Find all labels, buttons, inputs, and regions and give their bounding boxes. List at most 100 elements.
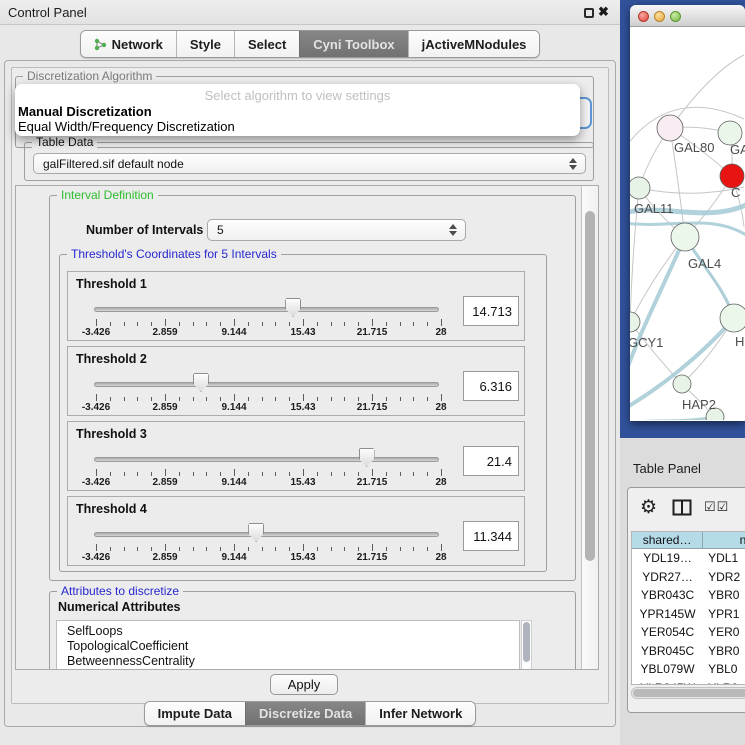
tick-mark xyxy=(344,472,345,476)
tick-mark xyxy=(151,322,152,326)
slider-track[interactable] xyxy=(94,457,439,462)
tick-mark xyxy=(372,544,373,551)
table-data-combobox[interactable]: galFiltered.sif default node xyxy=(33,153,586,174)
tick-label: 9.144 xyxy=(221,327,246,338)
network-edge[interactable] xyxy=(630,318,734,409)
network-canvas[interactable]: GAL80GACGAL11GAL4GCY1HHAP2 xyxy=(630,27,745,420)
tick-mark xyxy=(441,319,442,326)
attribute-list-item[interactable]: BetweennessCentrality xyxy=(57,654,519,669)
name-cell[interactable]: YBR0 xyxy=(703,586,745,605)
shared-name-cell[interactable]: YDR27… xyxy=(632,568,703,587)
checkbox-icons[interactable]: ☑☑ xyxy=(704,499,729,515)
attribute-list-item[interactable]: SelfLoops xyxy=(57,621,519,639)
table-row[interactable]: YDL19…YDL1 xyxy=(632,549,745,568)
threshold-value-field[interactable]: 21.4 xyxy=(463,446,519,476)
threshold-value-field[interactable]: 14.713 xyxy=(463,296,519,326)
network-node[interactable] xyxy=(657,115,683,141)
table-horizontal-scrollbar[interactable] xyxy=(631,687,745,699)
numerical-attributes-list[interactable]: SelfLoopsTopologicalCoefficientBetweenne… xyxy=(56,620,520,670)
algorithm-option-manual[interactable]: Manual Discretization xyxy=(18,104,152,119)
name-cell[interactable]: YDL1 xyxy=(703,549,745,568)
slider-handle[interactable] xyxy=(285,298,301,317)
tab-infer-network[interactable]: Infer Network xyxy=(365,702,475,725)
column-header-shared-name[interactable]: shared… xyxy=(632,532,703,549)
shared-name-cell[interactable]: YPR145W xyxy=(632,605,703,624)
tab-network[interactable]: Network xyxy=(81,31,176,57)
name-cell[interactable]: YBL0 xyxy=(703,660,745,679)
node-table[interactable]: shared… na YDL19…YDL1YDR27…YDR2YBR043CYB… xyxy=(631,531,745,685)
scrollbar-thumb[interactable] xyxy=(523,622,530,662)
network-edge[interactable] xyxy=(630,237,685,372)
split-view-icon[interactable] xyxy=(672,499,692,516)
tab-jactivemnodules[interactable]: jActiveMNodules xyxy=(408,31,540,57)
shared-name-cell[interactable]: YBL079W xyxy=(632,660,703,679)
name-cell[interactable]: YDR2 xyxy=(703,568,745,587)
table-row[interactable]: YDR27…YDR2 xyxy=(632,568,745,587)
tick-mark xyxy=(248,472,249,476)
scrollbar-thumb[interactable] xyxy=(633,689,745,697)
tick-mark xyxy=(372,394,373,401)
scrollbar-thumb[interactable] xyxy=(585,211,595,561)
tab-impute-data[interactable]: Impute Data xyxy=(145,702,245,725)
attribute-list-item[interactable]: TopologicalCoefficient xyxy=(57,639,519,654)
network-node[interactable] xyxy=(720,304,745,332)
tick-mark xyxy=(344,547,345,551)
shared-name-cell[interactable]: YLR345W xyxy=(632,679,703,686)
name-cell[interactable]: YLR3 xyxy=(703,679,745,686)
slider-handle[interactable] xyxy=(248,523,264,542)
name-cell[interactable]: YBR0 xyxy=(703,642,745,661)
network-edge[interactable] xyxy=(670,55,744,128)
close-icon[interactable]: ✖ xyxy=(598,4,609,20)
tick-label: 21.715 xyxy=(357,327,388,338)
shared-name-cell[interactable]: YBR045C xyxy=(632,642,703,661)
shared-name-cell[interactable]: YBR043C xyxy=(632,586,703,605)
network-node[interactable] xyxy=(671,223,699,251)
table-row[interactable]: YPR145WYPR1 xyxy=(632,605,745,624)
table-row[interactable]: YBR043CYBR0 xyxy=(632,586,745,605)
tick-label: 9.144 xyxy=(221,477,246,488)
tab-select[interactable]: Select xyxy=(234,31,299,57)
tick-mark xyxy=(358,322,359,326)
network-node[interactable] xyxy=(630,177,650,199)
slider-handle[interactable] xyxy=(359,448,375,467)
name-cell[interactable]: YPR1 xyxy=(703,605,745,624)
float-icon[interactable] xyxy=(584,8,594,18)
attributes-scrollbar[interactable] xyxy=(521,620,532,670)
network-edge[interactable] xyxy=(630,237,685,322)
name-cell[interactable]: YER0 xyxy=(703,623,745,642)
threshold-value-field[interactable]: 6.316 xyxy=(463,371,519,401)
shared-name-cell[interactable]: YER054C xyxy=(632,623,703,642)
tab-discretize-data[interactable]: Discretize Data xyxy=(245,702,365,725)
slider-handle[interactable] xyxy=(193,373,209,392)
network-node-label: GAL80 xyxy=(674,140,714,155)
threshold-value-field[interactable]: 11.344 xyxy=(463,521,519,551)
slider-track[interactable] xyxy=(94,307,439,312)
tab-style[interactable]: Style xyxy=(176,31,234,57)
zoom-traffic-light-icon[interactable] xyxy=(670,11,681,22)
network-edge[interactable] xyxy=(639,187,744,193)
network-node[interactable] xyxy=(673,375,691,393)
table-row[interactable]: YER054CYER0 xyxy=(632,623,745,642)
column-header-name[interactable]: na xyxy=(703,532,745,549)
algorithm-option-equal-width[interactable]: Equal Width/Frequency Discretization xyxy=(18,119,235,134)
table-row[interactable]: YLR345WYLR3 xyxy=(632,679,745,686)
table-row[interactable]: YBL079WYBL0 xyxy=(632,660,745,679)
gear-icon[interactable]: ⚙ xyxy=(640,496,657,519)
minimize-traffic-light-icon[interactable] xyxy=(654,11,665,22)
shared-name-cell[interactable]: YDL19… xyxy=(632,549,703,568)
settings-vertical-scrollbar[interactable] xyxy=(581,186,598,670)
slider-track[interactable] xyxy=(94,532,439,537)
tick-mark xyxy=(441,394,442,401)
slider-track[interactable] xyxy=(94,382,439,387)
number-of-intervals-combobox[interactable]: 5 xyxy=(207,219,466,241)
close-traffic-light-icon[interactable] xyxy=(638,11,649,22)
network-edge[interactable] xyxy=(630,417,715,420)
table-row[interactable]: YBR045CYBR0 xyxy=(632,642,745,661)
tick-mark xyxy=(151,397,152,401)
algorithm-dropdown-popup: Select algorithm to view settings Manual… xyxy=(15,84,580,136)
apply-button[interactable]: Apply xyxy=(270,674,338,695)
network-node[interactable] xyxy=(630,312,640,332)
threshold-label: Threshold 4 xyxy=(76,502,147,516)
tab-cyni-toolbox[interactable]: Cyni Toolbox xyxy=(299,31,407,57)
tick-label: 9.144 xyxy=(221,402,246,413)
